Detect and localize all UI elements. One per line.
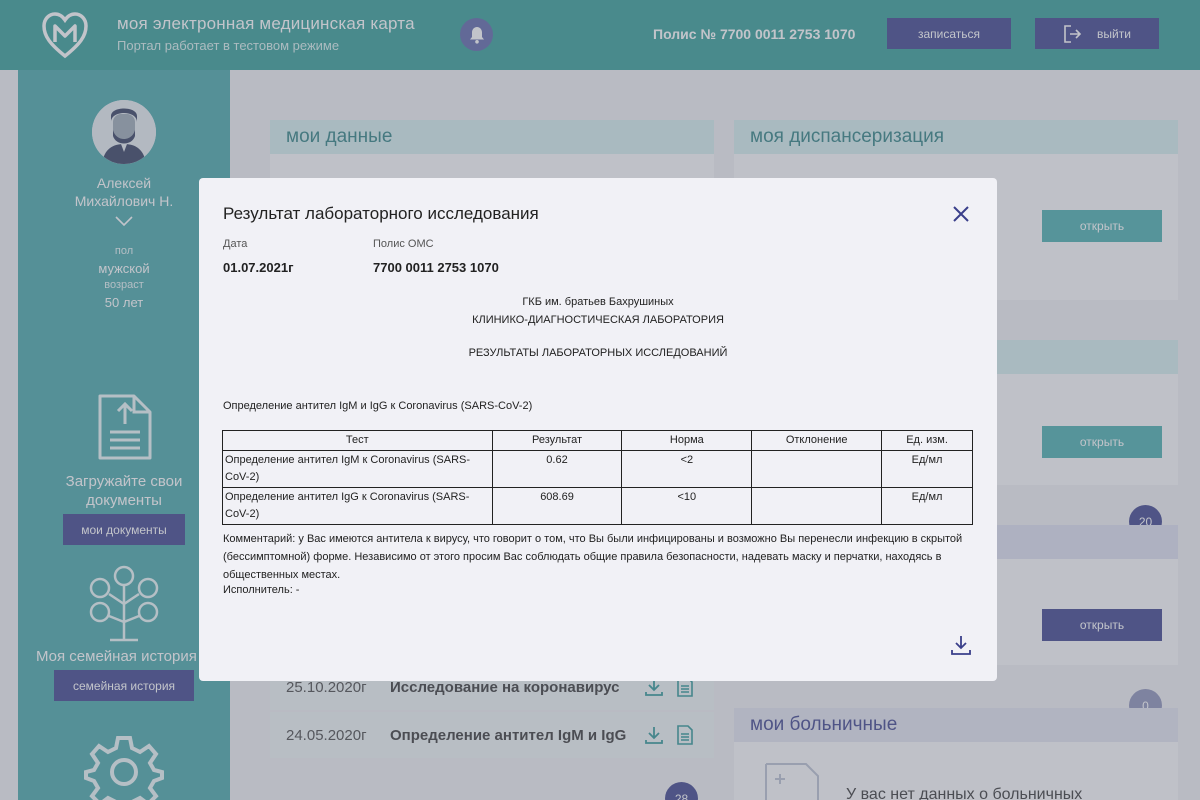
test-name-cell: Определение антител IgG к Coronavirus (S… xyxy=(222,487,493,525)
test-name-cell: Определение антител IgM к Coronavirus (S… xyxy=(222,450,493,488)
column-header: Результат xyxy=(491,430,623,451)
lab-name: КЛИНИКО-ДИАГНОСТИЧЕСКАЯ ЛАБОРАТОРИЯ xyxy=(472,314,724,326)
executor-text: Исполнитель: - xyxy=(223,584,300,596)
lab-result-modal: Результат лабораторного исследования Дат… xyxy=(199,178,997,681)
deviation-cell xyxy=(751,487,883,525)
date-label: Дата xyxy=(223,238,248,250)
results-heading: РЕЗУЛЬТАТЫ ЛАБОРАТОРНЫХ ИССЛЕДОВАНИЙ xyxy=(468,347,728,359)
download-icon[interactable] xyxy=(950,634,972,656)
results-table: Тест Результат Норма Отклонение Ед. изм.… xyxy=(222,430,973,525)
unit-cell: Ед/мл xyxy=(881,450,973,488)
close-icon[interactable] xyxy=(952,205,970,223)
result-cell: 0.62 xyxy=(491,450,623,488)
modal-title: Результат лабораторного исследования xyxy=(223,204,539,223)
comment-text: Комментарий: у Вас имеются антитела к ви… xyxy=(223,533,963,581)
unit-cell: Ед/мл xyxy=(881,487,973,525)
column-header: Ед. изм. xyxy=(881,430,973,451)
hospital-name: ГКБ им. братьев Бахрушиных xyxy=(522,296,674,308)
table-header-row: Тест Результат Норма Отклонение Ед. изм. xyxy=(222,430,973,451)
column-header: Отклонение xyxy=(751,430,883,451)
table-row: Определение антител IgG к Coronavirus (S… xyxy=(222,487,973,525)
table-row: Определение антител IgM к Coronavirus (S… xyxy=(222,450,973,488)
study-subject: Определение антител IgM и IgG к Coronavi… xyxy=(223,400,533,412)
column-header: Тест xyxy=(222,430,493,451)
polis-label: Полис ОМС xyxy=(373,238,434,250)
norm-cell: <2 xyxy=(621,450,753,488)
polis-value: 7700 0011 2753 1070 xyxy=(373,260,499,275)
result-cell: 608.69 xyxy=(491,487,623,525)
norm-cell: <10 xyxy=(621,487,753,525)
deviation-cell xyxy=(751,450,883,488)
date-value: 01.07.2021г xyxy=(223,260,294,275)
column-header: Норма xyxy=(621,430,753,451)
